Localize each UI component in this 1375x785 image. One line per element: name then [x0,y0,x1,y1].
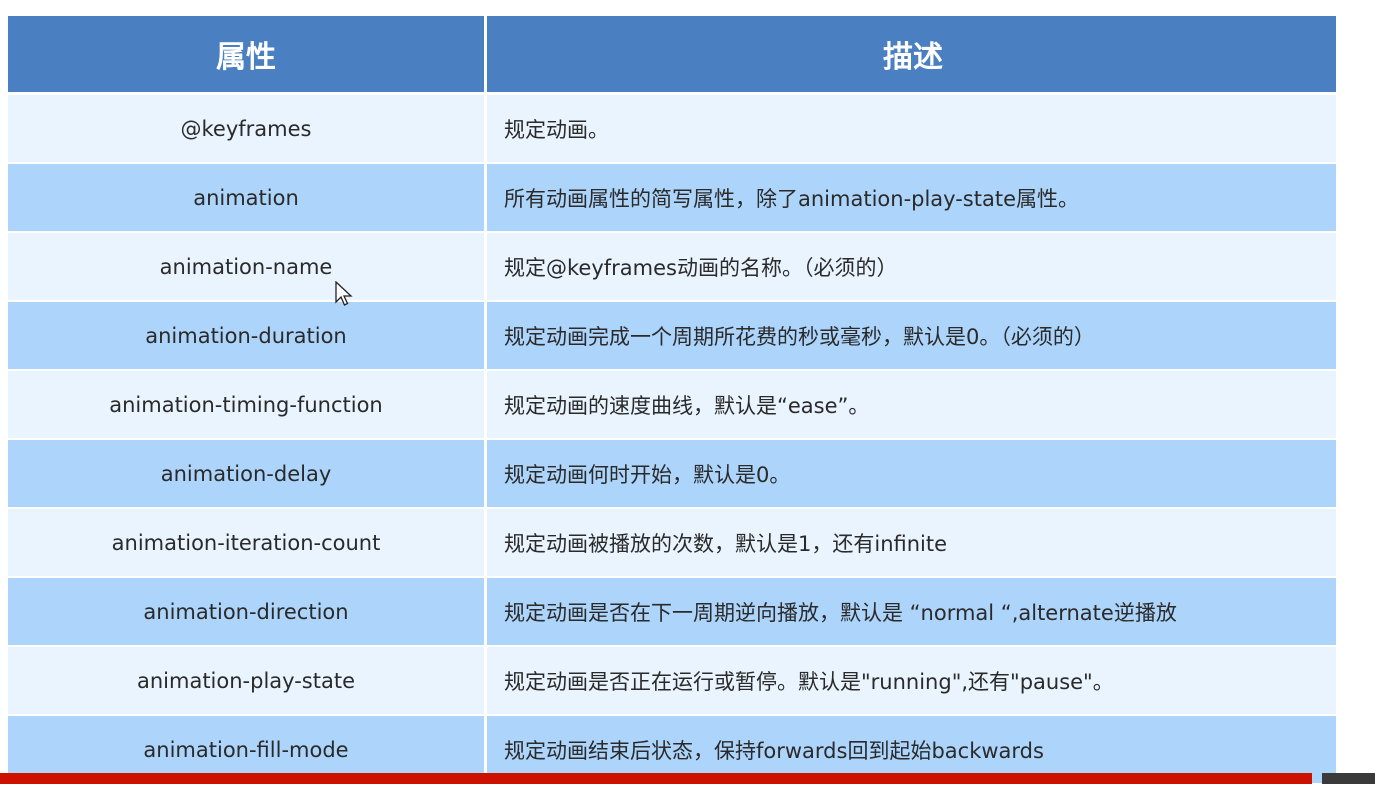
mouse-cursor-icon [335,281,353,306]
table-row: animation-timing-function 规定动画的速度曲线，默认是“e… [8,371,1336,438]
description-cell: 规定动画是否在下一周期逆向播放，默认是 “normal “,alternate逆… [504,600,1177,625]
animation-properties-table: 属性 描述 @keyframes 规定动画。 animation 所有动画属性的简写属… [8,16,1336,785]
header-description: 描述 [883,40,943,75]
table-row: animation-direction 规定动画是否在下一周期逆向播放，默认是 “… [8,578,1336,645]
description-cell: 规定动画是否正在运行或暂停。默认是"running",还有"pause"。 [504,669,1114,694]
property-cell: @keyframes [8,95,487,162]
table-row: animation-delay 规定动画何时开始，默认是0。 [8,440,1336,507]
property-cell: animation-delay [8,440,487,507]
table-row: animation-name 规定@keyframes动画的名称。（必须的） [8,233,1336,300]
property-cell: animation-duration [8,302,487,369]
table-row: animation-play-state 规定动画是否正在运行或暂停。默认是"ru… [8,647,1336,714]
description-cell: 规定动画。 [504,117,609,142]
property-cell: animation [8,164,487,231]
description-cell: 规定动画的速度曲线，默认是“ease”。 [504,393,870,418]
description-cell: 规定@keyframes动画的名称。（必须的） [504,255,898,280]
property-cell: animation-iteration-count [8,509,487,576]
property-cell: animation-play-state [8,647,487,714]
table-row: animation 所有动画属性的简写属性，除了animation-play-st… [8,164,1336,231]
property-cell: animation-name [8,233,487,300]
table-header-row: 属性 描述 [8,16,1336,92]
property-cell: animation-direction [8,578,487,645]
description-cell: 规定动画完成一个周期所花费的秒或毫秒，默认是0。（必须的） [504,324,1095,349]
bottom-right-box [1322,773,1375,784]
description-cell: 规定动画何时开始，默认是0。 [504,462,791,487]
property-cell: animation-timing-function [8,371,487,438]
bottom-red-bar [0,773,1312,784]
description-cell: 所有动画属性的简写属性，除了animation-play-state属性。 [504,186,1080,211]
header-property: 属性 [8,16,487,92]
table-row: animation-iteration-count 规定动画被播放的次数，默认是1… [8,509,1336,576]
description-cell: 规定动画被播放的次数，默认是1，还有infinite [504,531,948,556]
table-row: @keyframes 规定动画。 [8,95,1336,162]
table-row: animation-duration 规定动画完成一个周期所花费的秒或毫秒，默认是… [8,302,1336,369]
